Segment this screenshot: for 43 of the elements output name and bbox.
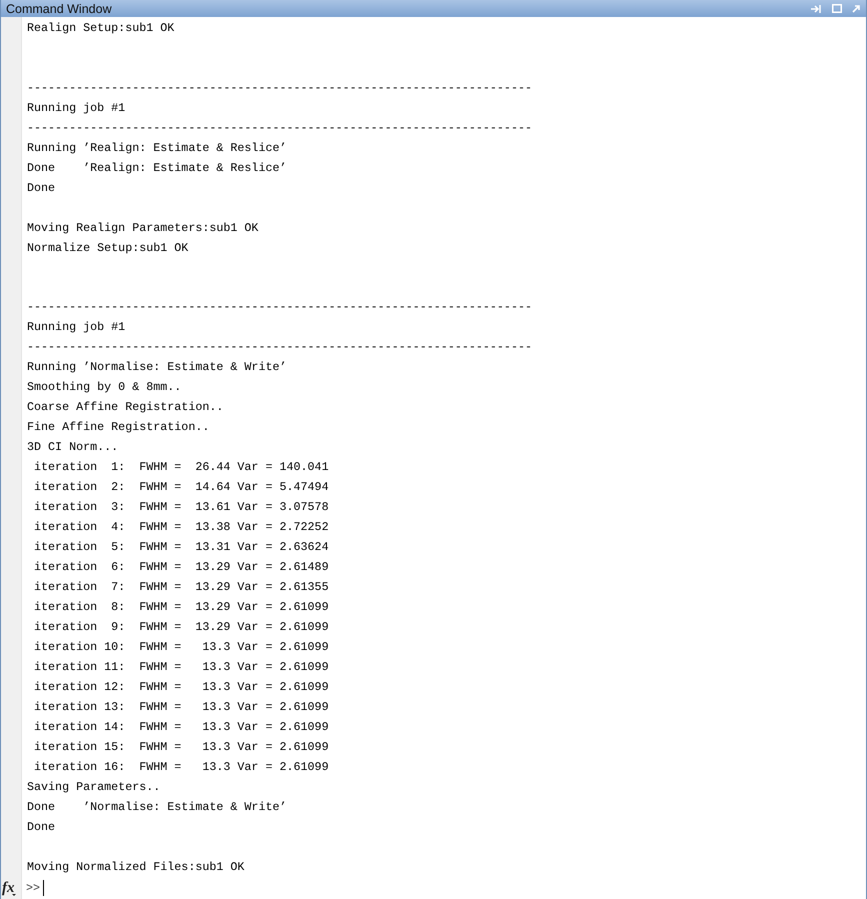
output-line: Fine Affine Registration..: [27, 419, 210, 436]
output-line: iteration 2: FWHM = 14.64 Var = 5.47494: [33, 479, 330, 496]
output-line: Moving Normalized Files:sub1 OK: [27, 859, 246, 876]
output-line: Running job #1: [27, 319, 126, 336]
window-title: Command Window: [6, 2, 112, 16]
maximize-icon[interactable]: [832, 4, 842, 13]
output-line: Moving Realign Parameters:sub1 OK: [27, 220, 260, 237]
output-line: ------------------------------------------------------------------------: [27, 120, 533, 137]
output-line: iteration 16: FWHM = 13.3 Var = 2.61099: [33, 759, 330, 776]
output-line: Running job #1: [27, 100, 126, 117]
output-line: iteration 7: FWHM = 13.29 Var = 2.61355: [33, 579, 330, 596]
output-line: Realign Setup:sub1 OK: [27, 20, 176, 37]
text-cursor: [43, 880, 44, 896]
output-line: iteration 4: FWHM = 13.38 Var = 2.72252: [33, 519, 330, 536]
output-line: iteration 13: FWHM = 13.3 Var = 2.61099: [33, 699, 330, 716]
output-line: iteration 6: FWHM = 13.29 Var = 2.61489: [33, 559, 330, 576]
output-line: iteration 15: FWHM = 13.3 Var = 2.61099: [33, 739, 330, 756]
output-line: iteration 9: FWHM = 13.29 Var = 2.61099: [33, 619, 330, 636]
output-line: Running ’Normalise: Estimate & Write’: [27, 359, 288, 376]
output-line: iteration 12: FWHM = 13.3 Var = 2.61099: [33, 679, 330, 696]
output-line: Saving Parameters..: [27, 779, 162, 796]
undock-icon[interactable]: [811, 4, 822, 12]
output-line: iteration 8: FWHM = 13.29 Var = 2.61099: [33, 599, 330, 616]
output-line: 3D CI Norm...: [27, 439, 120, 456]
output-line: iteration 10: FWHM = 13.3 Var = 2.61099: [33, 639, 330, 656]
output-line: Coarse Affine Registration..: [27, 399, 224, 416]
output-line: Done: [27, 180, 56, 197]
output-line: ------------------------------------------------------------------------: [27, 80, 533, 97]
output-line: Running ’Realign: Estimate & Reslice’: [27, 140, 288, 157]
output-line: Done ’Normalise: Estimate & Write’: [27, 799, 288, 816]
output-line: ------------------------------------------------------------------------: [27, 339, 533, 356]
prompt-symbol: >>: [26, 881, 40, 896]
output-line: Done: [27, 819, 56, 836]
output-line: iteration 3: FWHM = 13.61 Var = 3.07578: [33, 499, 330, 516]
output-line: Normalize Setup:sub1 OK: [27, 240, 190, 257]
output-line: iteration 11: FWHM = 13.3 Var = 2.61099: [33, 659, 330, 676]
output-line: iteration 14: FWHM = 13.3 Var = 2.61099: [33, 719, 330, 736]
output-line: Done ’Realign: Estimate & Reslice’: [27, 160, 288, 177]
output-line: ------------------------------------------------------------------------: [27, 299, 533, 316]
output-line: Smoothing by 0 & 8mm..: [27, 379, 182, 396]
output-line: iteration 5: FWHM = 13.31 Var = 2.63624: [33, 539, 330, 556]
output-line: iteration 1: FWHM = 26.44 Var = 140.041: [33, 459, 330, 476]
arrow-icon[interactable]: [852, 4, 860, 12]
